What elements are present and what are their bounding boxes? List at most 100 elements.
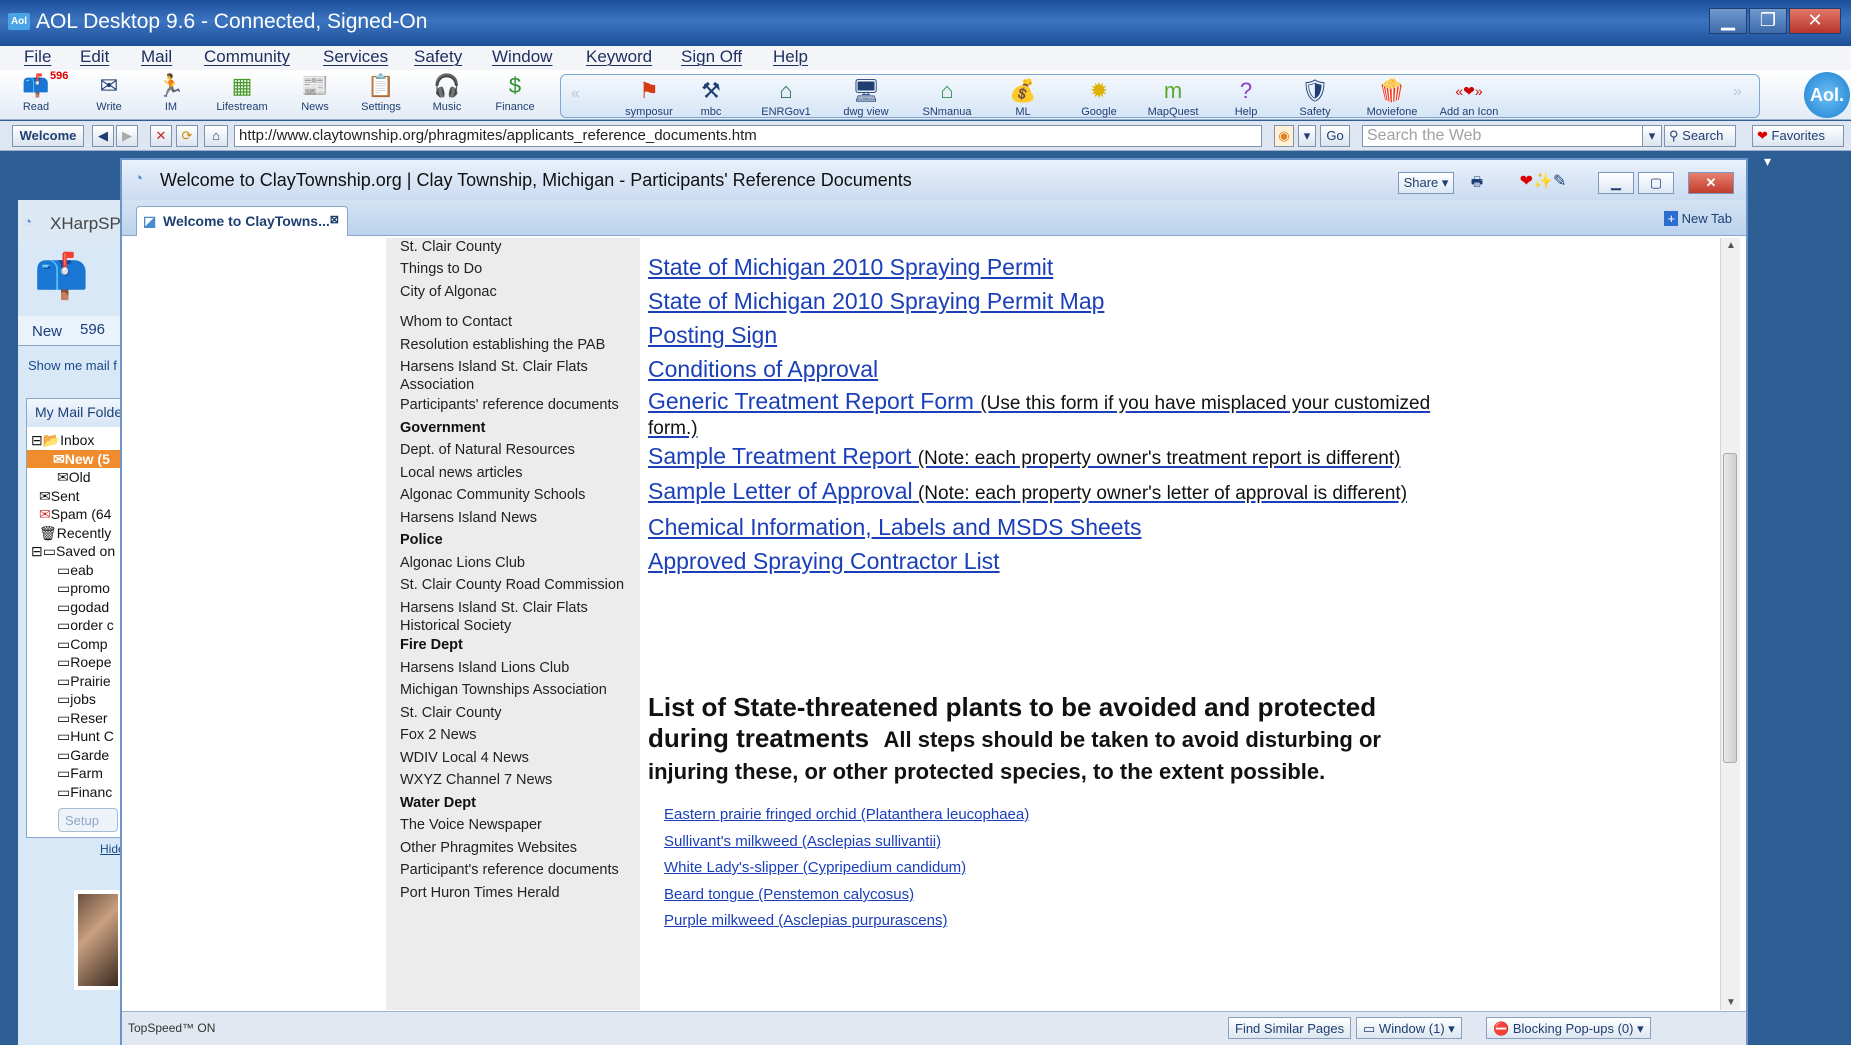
folder-eab[interactable]: ▭eab xyxy=(27,561,121,580)
reload-button[interactable]: ⟳ xyxy=(176,125,198,147)
close-button[interactable]: ✕ xyxy=(1789,8,1841,34)
scroll-right-icon[interactable]: » xyxy=(1733,83,1742,101)
fav-mapquest[interactable]: m MapQuest xyxy=(1135,78,1211,118)
menu-file[interactable]: File xyxy=(24,47,51,67)
fav-help[interactable]: ? Help xyxy=(1216,78,1276,118)
nav-link[interactable]: Algonac Lions Club xyxy=(400,554,632,572)
folder-spam[interactable]: ✉Spam (64 xyxy=(27,505,121,524)
nav-link[interactable]: Other Phragmites Websites xyxy=(400,839,632,857)
lifestream-button[interactable]: ▦ Lifestream xyxy=(213,73,271,113)
finance-button[interactable]: $ Finance xyxy=(486,73,544,113)
nav-link[interactable]: Fire Dept xyxy=(400,636,632,654)
document-link[interactable]: Sample Treatment Report xyxy=(648,443,918,469)
scroll-left-icon[interactable]: « xyxy=(571,85,580,103)
hide-link[interactable]: Hide xyxy=(100,842,121,856)
nav-link[interactable]: WXYZ Channel 7 News xyxy=(400,771,632,789)
folder-saved-on-pc[interactable]: ⊟▭Saved on xyxy=(27,542,121,561)
page-scrollbar[interactable]: ▲ ▼ xyxy=(1720,238,1740,1010)
folder-old[interactable]: ✉Old xyxy=(27,468,121,487)
stop-button[interactable]: ✕ xyxy=(150,125,172,147)
folder-order[interactable]: ▭order c xyxy=(27,616,121,635)
scroll-up-icon[interactable]: ▲ xyxy=(1726,240,1736,251)
minimize-button[interactable]: ▁ xyxy=(1709,8,1747,34)
nav-link[interactable]: Fox 2 News xyxy=(400,726,632,744)
url-dropdown[interactable]: ▾ xyxy=(1298,125,1316,147)
menu-edit[interactable]: Edit xyxy=(80,47,109,67)
scroll-down-icon[interactable]: ▼ xyxy=(1726,997,1736,1008)
back-button[interactable]: ◀ xyxy=(92,125,114,147)
home-button[interactable]: ⌂ xyxy=(204,125,228,147)
folder-hunt[interactable]: ▭Hunt C xyxy=(27,727,121,746)
folder-reser[interactable]: ▭Reser xyxy=(27,709,121,728)
document-link[interactable]: Generic Treatment Report Form xyxy=(648,388,980,414)
maximize-button[interactable]: ❐ xyxy=(1749,8,1787,34)
new-tab-button[interactable]: + New Tab xyxy=(1664,211,1732,226)
nav-link[interactable]: Algonac Community Schools xyxy=(400,486,632,504)
folder-new[interactable]: ✉New (5 xyxy=(27,449,121,468)
share-button[interactable]: Share ▾ xyxy=(1398,172,1454,194)
popup-blocker-dropdown[interactable]: ⛔ Blocking Pop-ups (0) ▾ xyxy=(1486,1017,1651,1039)
menu-window[interactable]: Window xyxy=(492,47,552,67)
fav-safety[interactable]: 🛡 Safety xyxy=(1285,78,1345,118)
browser-maximize-button[interactable]: ▢ xyxy=(1638,172,1674,194)
folder-farm[interactable]: ▭Farm xyxy=(27,764,121,783)
menu-mail[interactable]: Mail xyxy=(141,47,172,67)
search-button[interactable]: ⚲ Search xyxy=(1664,125,1736,147)
browser-minimize-button[interactable]: ▁ xyxy=(1598,172,1634,194)
nav-link[interactable]: Harsens Island News xyxy=(400,509,632,527)
folder-garden[interactable]: ▭Garde xyxy=(27,746,121,765)
mail-folders-header[interactable]: My Mail Folde xyxy=(27,399,121,427)
folder-comp[interactable]: ▭Comp xyxy=(27,635,121,654)
nav-link[interactable]: St. Clair County Road Commission xyxy=(400,576,632,594)
go-button[interactable]: Go xyxy=(1320,125,1350,147)
menu-services[interactable]: Services xyxy=(323,47,388,67)
plant-link[interactable]: Sullivant's milkweed (Asclepias sullivan… xyxy=(664,833,941,850)
nav-link[interactable]: Participant's reference documents xyxy=(400,861,632,879)
nav-link[interactable]: City of Algonac xyxy=(400,283,632,301)
print-button[interactable]: 🖶 xyxy=(1464,172,1490,194)
news-button[interactable]: 📰 News xyxy=(286,73,344,113)
fav-ml[interactable]: 💰 ML xyxy=(993,78,1053,118)
nav-link[interactable]: Government xyxy=(400,419,632,437)
scroll-thumb[interactable] xyxy=(1723,453,1737,763)
document-link[interactable]: Conditions of Approval xyxy=(648,356,878,382)
fav-dwg-view[interactable]: 🖥 dwg view xyxy=(831,78,901,118)
fav-mbc[interactable]: ⚒ mbc xyxy=(681,78,741,118)
menu-keyword[interactable]: Keyword xyxy=(586,47,652,67)
nav-link[interactable]: Local news articles xyxy=(400,464,632,482)
folder-recently-deleted[interactable]: 🗑Recently xyxy=(27,524,121,543)
fav-google[interactable]: ✹ Google xyxy=(1067,78,1131,118)
nav-link[interactable]: Police xyxy=(400,531,632,549)
nav-link[interactable]: Whom to Contact xyxy=(400,313,632,331)
fav-symposur[interactable]: ⚑ symposur xyxy=(609,78,689,118)
tab-close-icon[interactable]: ⊠ xyxy=(330,213,339,226)
nav-link[interactable]: The Voice Newspaper xyxy=(400,816,632,834)
folder-inbox[interactable]: ⊟📂Inbox xyxy=(27,431,121,450)
nav-link[interactable]: Dept. of Natural Resources xyxy=(400,441,632,459)
fav-moviefone[interactable]: 🍿 Moviefone xyxy=(1357,78,1427,118)
search-dropdown[interactable]: ▾ xyxy=(1642,125,1662,147)
rss-button[interactable]: ◉ xyxy=(1274,125,1294,147)
document-link[interactable]: Chemical Information, Labels and MSDS Sh… xyxy=(648,514,1141,540)
menu-community[interactable]: Community xyxy=(204,47,290,67)
browser-tab[interactable]: ◪ Welcome to ClayTowns... ⊠ xyxy=(136,206,348,236)
nav-link[interactable]: Participants' reference documents xyxy=(400,396,632,414)
url-input[interactable]: http://www.claytownship.org/phragmites/a… xyxy=(234,125,1262,147)
settings-button[interactable]: 📋 Settings xyxy=(352,73,410,113)
nav-link[interactable]: Harsens Island St. Clair Flats Historica… xyxy=(400,599,632,635)
nav-link[interactable]: Harsens Island Lions Club xyxy=(400,659,632,677)
welcome-button[interactable]: Welcome xyxy=(12,125,84,147)
nav-link[interactable]: Resolution establishing the PAB xyxy=(400,336,632,354)
nav-link[interactable]: St. Clair County xyxy=(400,704,632,722)
write-button[interactable]: ✉ Write xyxy=(80,73,138,113)
plant-link[interactable]: Beard tongue (Penstemon calycosus) xyxy=(664,886,914,903)
fav-enrgov1[interactable]: ⌂ ENRGov1 xyxy=(751,78,821,118)
setup-button[interactable]: Setup xyxy=(58,808,118,832)
fav-add-an-icon[interactable]: «❤» Add an Icon xyxy=(1431,78,1507,118)
im-button[interactable]: 🏃 IM xyxy=(142,73,200,113)
new-mail-tab[interactable]: New xyxy=(32,323,62,340)
menu-help[interactable]: Help xyxy=(773,47,808,67)
folder-roeper[interactable]: ▭Roepe xyxy=(27,653,121,672)
forward-button[interactable]: ▶ xyxy=(116,125,138,147)
nav-link[interactable]: Michigan Townships Association xyxy=(400,681,632,699)
